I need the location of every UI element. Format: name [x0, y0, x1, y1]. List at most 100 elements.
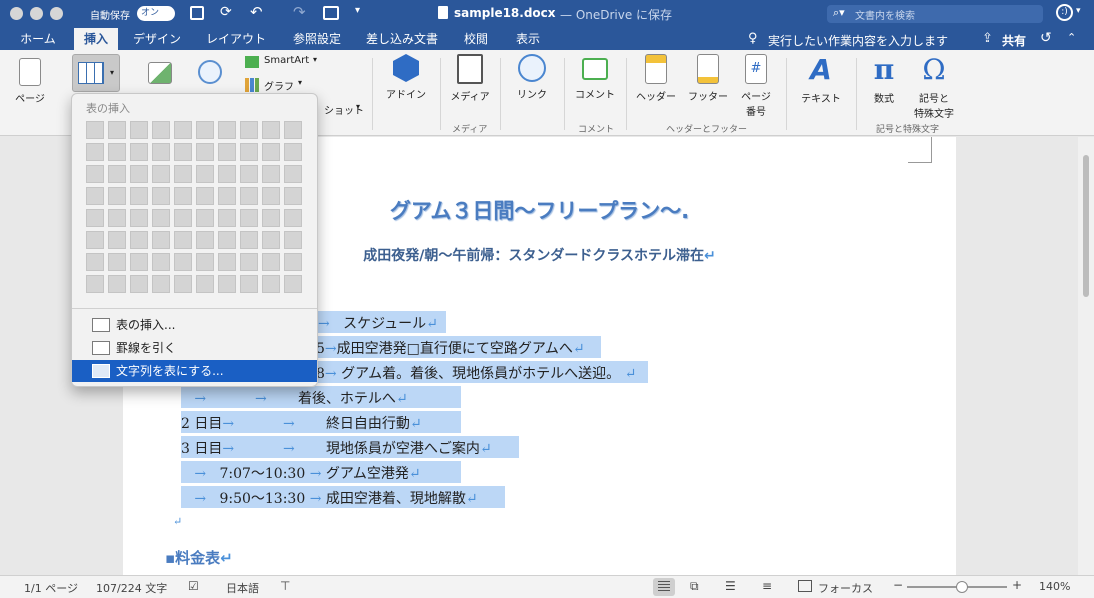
table-grid-cell[interactable]: [86, 121, 104, 139]
table-grid-cell[interactable]: [196, 253, 214, 271]
scrollbar-thumb[interactable]: [1083, 155, 1089, 297]
table-grid-cell[interactable]: [262, 187, 280, 205]
table-grid-cell[interactable]: [262, 143, 280, 161]
table-grid-cell[interactable]: [240, 121, 258, 139]
screenshot-dropdown-icon[interactable]: ▾: [356, 102, 360, 111]
table-grid-cell[interactable]: [152, 187, 170, 205]
search-field[interactable]: ⌕▾ 文書内を検索: [827, 5, 1043, 23]
table-grid-cell[interactable]: [174, 121, 192, 139]
chart-dropdown-icon[interactable]: ▾: [298, 78, 302, 87]
table-grid-cell[interactable]: [262, 209, 280, 227]
shapes-button[interactable]: [190, 54, 230, 88]
comment-button[interactable]: コメント: [570, 54, 620, 101]
table-grid-cell[interactable]: [284, 231, 302, 249]
table-grid-cell[interactable]: [196, 231, 214, 249]
language-indicator[interactable]: 日本語: [226, 580, 259, 596]
table-grid-cell[interactable]: [262, 231, 280, 249]
table-grid-cell[interactable]: [152, 231, 170, 249]
tab-layout[interactable]: レイアウト: [200, 28, 272, 50]
page-count[interactable]: 1/1 ページ: [24, 580, 78, 596]
table-grid-cell[interactable]: [130, 275, 148, 293]
table-grid-cell[interactable]: [240, 209, 258, 227]
table-grid-cell[interactable]: [240, 187, 258, 205]
convert-text-to-table-menu-item[interactable]: 文字列を表にする...: [72, 360, 317, 382]
table-grid-cell[interactable]: [174, 143, 192, 161]
minimize-window-button[interactable]: [30, 7, 43, 20]
table-grid-cell[interactable]: [108, 187, 126, 205]
table-grid-cell[interactable]: [218, 231, 236, 249]
collapse-ribbon-icon[interactable]: ⌃: [1067, 31, 1076, 44]
table-grid-cell[interactable]: [240, 165, 258, 183]
focus-icon[interactable]: [798, 580, 812, 592]
table-grid-cell[interactable]: [284, 187, 302, 205]
table-grid-cell[interactable]: [108, 165, 126, 183]
table-grid-cell[interactable]: [108, 275, 126, 293]
table-grid-cell[interactable]: [86, 253, 104, 271]
header-button[interactable]: ヘッダー: [632, 54, 680, 103]
tell-me-box[interactable]: 実行したい作業内容を入力します: [768, 32, 948, 49]
table-grid-cell[interactable]: [152, 253, 170, 271]
pictures-button[interactable]: [140, 54, 180, 88]
tab-design[interactable]: デザイン: [126, 28, 188, 50]
table-grid-cell[interactable]: [130, 165, 148, 183]
tab-review[interactable]: 校閲: [456, 28, 496, 50]
table-grid-cell[interactable]: [152, 121, 170, 139]
table-grid-cell[interactable]: [130, 143, 148, 161]
save-icon[interactable]: ⟳: [220, 4, 232, 20]
table-grid-cell[interactable]: [218, 209, 236, 227]
word-count[interactable]: 107/224 文字: [96, 580, 167, 596]
share-button[interactable]: 共有: [1002, 32, 1026, 49]
table-grid-cell[interactable]: [152, 275, 170, 293]
table-grid-cell[interactable]: [262, 253, 280, 271]
table-grid-cell[interactable]: [130, 253, 148, 271]
table-grid-cell[interactable]: [240, 231, 258, 249]
web-layout-view-icon[interactable]: ⧉: [690, 579, 699, 594]
table-grid-cell[interactable]: [108, 209, 126, 227]
table-grid-cell[interactable]: [196, 165, 214, 183]
insert-table-menu-item[interactable]: 表の挿入...: [72, 314, 317, 336]
table-grid-cell[interactable]: [284, 275, 302, 293]
symbol-button[interactable]: Ω 記号と 特殊文字: [912, 54, 956, 121]
table-grid-cell[interactable]: [130, 121, 148, 139]
table-grid-cell[interactable]: [284, 121, 302, 139]
sidebar-icon[interactable]: [190, 6, 204, 20]
table-grid-cell[interactable]: [174, 187, 192, 205]
table-grid-cell[interactable]: [130, 209, 148, 227]
smartart-button[interactable]: SmartArt: [264, 55, 309, 66]
table-grid-cell[interactable]: [130, 231, 148, 249]
table-grid-cell[interactable]: [196, 275, 214, 293]
proofing-icon[interactable]: ☑: [188, 579, 199, 593]
table-grid-cell[interactable]: [262, 121, 280, 139]
link-button[interactable]: リンク: [508, 54, 556, 101]
addins-button[interactable]: アドイン: [382, 54, 430, 101]
table-grid-cell[interactable]: [240, 143, 258, 161]
table-grid-cell[interactable]: [152, 165, 170, 183]
table-grid-cell[interactable]: [108, 121, 126, 139]
table-grid-cell[interactable]: [86, 143, 104, 161]
table-grid-cell[interactable]: [284, 253, 302, 271]
table-grid-cell[interactable]: [218, 275, 236, 293]
table-grid-cell[interactable]: [240, 253, 258, 271]
zoom-in-button[interactable]: +: [1012, 578, 1022, 592]
table-grid-cell[interactable]: [262, 275, 280, 293]
footer-button[interactable]: フッター: [684, 54, 732, 103]
undo-icon[interactable]: ↶: [250, 3, 263, 21]
table-grid-cell[interactable]: [174, 253, 192, 271]
equation-button[interactable]: π 数式: [862, 54, 906, 106]
page-number-button[interactable]: # ページ 番号: [736, 54, 776, 118]
media-button[interactable]: メディア: [446, 54, 494, 103]
tab-view[interactable]: 表示: [508, 28, 548, 50]
table-grid-cell[interactable]: [196, 187, 214, 205]
print-layout-view-button[interactable]: [653, 578, 675, 596]
table-grid-cell[interactable]: [152, 209, 170, 227]
zoom-slider[interactable]: [907, 581, 1007, 593]
table-grid-cell[interactable]: [152, 143, 170, 161]
table-size-grid[interactable]: [86, 121, 306, 299]
table-grid-cell[interactable]: [284, 165, 302, 183]
redo-icon[interactable]: ↷: [293, 3, 306, 21]
table-grid-cell[interactable]: [218, 143, 236, 161]
tab-insert[interactable]: 挿入: [74, 28, 118, 50]
table-grid-cell[interactable]: [174, 231, 192, 249]
vertical-scrollbar[interactable]: [1078, 137, 1094, 575]
table-grid-cell[interactable]: [174, 165, 192, 183]
